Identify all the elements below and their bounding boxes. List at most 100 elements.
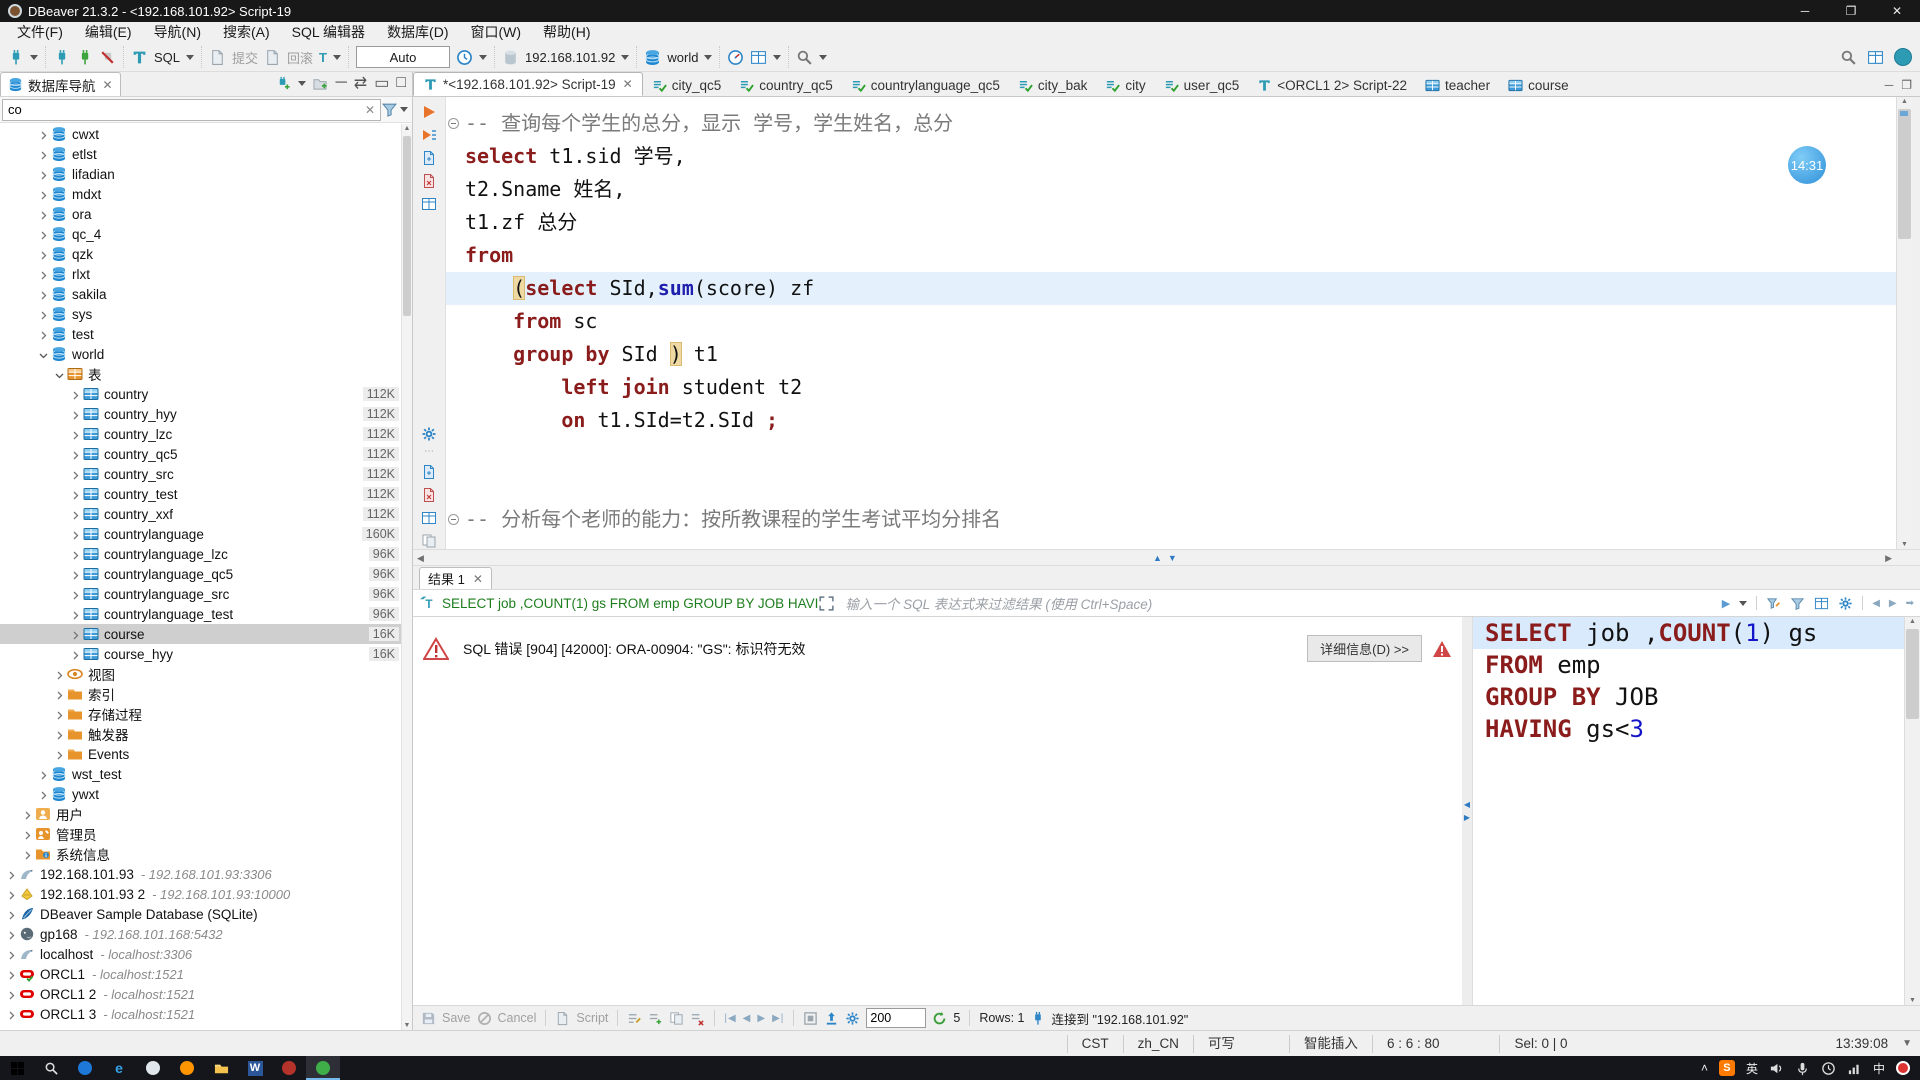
tree-item[interactable]: country_hyy112K — [0, 404, 401, 424]
chevron-right-icon[interactable] — [38, 189, 49, 200]
tree-item[interactable]: qc_4 — [0, 224, 401, 244]
sash-right-icon[interactable]: ▶ — [1464, 813, 1470, 822]
chevron-right-icon[interactable] — [54, 689, 65, 700]
first-row-icon[interactable]: |◀ — [724, 1013, 736, 1024]
taskbar-word-icon[interactable]: W — [238, 1056, 272, 1080]
panel-sash[interactable]: ◀▶ — [1462, 617, 1472, 1005]
save-label[interactable]: Save — [442, 1011, 471, 1025]
sash-up-icon[interactable]: ▲ — [1153, 553, 1162, 563]
editor-horizontal-scrollbar[interactable]: ◀ ▶ ▲▼ — [413, 549, 1920, 566]
misc-dropdown-icon[interactable] — [773, 55, 781, 60]
perspective-icon[interactable] — [1867, 49, 1884, 66]
results-tab-close-icon[interactable]: ✕ — [473, 572, 483, 586]
chevron-right-icon[interactable] — [22, 809, 33, 820]
sash-left-icon[interactable]: ◀ — [1464, 800, 1470, 809]
chevron-right-icon[interactable] — [70, 509, 81, 520]
tree-item[interactable]: test — [0, 324, 401, 344]
taskbar-file-explorer-icon[interactable] — [204, 1056, 238, 1080]
editor-minimize-icon[interactable]: ─ — [1885, 78, 1894, 92]
search-dropdown-icon[interactable] — [819, 55, 827, 60]
navigator-filter-input[interactable] — [2, 99, 381, 121]
filter-clear-icon[interactable]: ✕ — [365, 103, 375, 117]
ime-lang-cn[interactable]: 中 — [1873, 1060, 1885, 1077]
rollback-label[interactable]: 回滚 — [287, 48, 313, 67]
tree-item[interactable]: country_src112K — [0, 464, 401, 484]
tree-item[interactable]: qzk — [0, 244, 401, 264]
disconnect-icon[interactable] — [53, 49, 70, 66]
tx-history-dropdown-icon[interactable] — [479, 55, 487, 60]
chevron-right-icon[interactable] — [38, 769, 49, 780]
tree-item[interactable]: ORCL1 2- localhost:1521 — [0, 984, 401, 1004]
chevron-right-icon[interactable] — [54, 669, 65, 680]
view-maximize-icon[interactable]: □ — [396, 74, 406, 92]
preview-scrollbar[interactable]: ▲ ▼ — [1904, 617, 1920, 1005]
tree-item[interactable]: 触发器 — [0, 724, 401, 744]
filter-funnel-icon[interactable] — [381, 101, 398, 118]
tree-item[interactable]: 用户 — [0, 804, 401, 824]
fold-collapse-icon[interactable] — [448, 514, 459, 525]
tree-item[interactable]: country112K — [0, 384, 401, 404]
chevron-right-icon[interactable] — [54, 749, 65, 760]
view-minimize-icon[interactable]: ▭ — [374, 73, 389, 93]
chevron-right-icon[interactable] — [38, 249, 49, 260]
tree-item[interactable]: rlxt — [0, 264, 401, 284]
tree-item[interactable]: country_qc5112K — [0, 444, 401, 464]
maximize-button[interactable]: ❐ — [1828, 0, 1874, 22]
chevron-right-icon[interactable] — [70, 609, 81, 620]
taskbar-app-light-icon[interactable] — [136, 1056, 170, 1080]
tree-item[interactable]: 视图 — [0, 664, 401, 684]
execute-sql-icon[interactable] — [421, 104, 437, 120]
editor-tab[interactable]: city_bak — [1009, 74, 1097, 96]
chevron-right-icon[interactable] — [6, 969, 17, 980]
fetch-page-icon[interactable] — [803, 1011, 818, 1026]
chevron-right-icon[interactable] — [6, 989, 17, 1000]
tree-item[interactable]: sakila — [0, 284, 401, 304]
sash-down-icon[interactable]: ▼ — [1168, 553, 1177, 563]
tray-red-badge-icon[interactable] — [1896, 1061, 1910, 1075]
results-filter-sql[interactable]: SELECT job ,COUNT(1) gs FROM emp GROUP B… — [442, 596, 818, 611]
tree-item[interactable]: 管理员 — [0, 824, 401, 844]
chevron-right-icon[interactable] — [70, 449, 81, 460]
add-row-icon[interactable] — [648, 1011, 663, 1026]
autocommit-combo[interactable]: Auto — [356, 46, 450, 68]
nav-forward-icon[interactable]: ▶ — [1889, 598, 1897, 609]
editor-tab[interactable]: city — [1096, 74, 1154, 96]
new-folder-icon[interactable] — [313, 76, 328, 91]
tray-expand-icon[interactable]: ˄ — [1701, 1061, 1708, 1075]
tab-results-1[interactable]: 结果 1 ✕ — [419, 567, 492, 589]
tree-item[interactable]: ywxt — [0, 784, 401, 804]
taskbar-app-blue-icon[interactable] — [68, 1056, 102, 1080]
sql-dropdown-icon[interactable] — [186, 55, 194, 60]
tab-close-icon[interactable]: ✕ — [623, 77, 633, 91]
chevron-right-icon[interactable] — [54, 709, 65, 720]
floating-time-badge[interactable]: 14:31 — [1788, 146, 1826, 184]
last-row-icon[interactable]: ▶| — [772, 1013, 784, 1024]
sogou-ime-icon[interactable]: S — [1719, 1060, 1735, 1076]
connection-selector-dropdown-icon[interactable] — [621, 55, 629, 60]
taskbar-app-red-icon[interactable] — [272, 1056, 306, 1080]
grid-tool-icon[interactable] — [750, 49, 767, 66]
chevron-right-icon[interactable] — [22, 829, 33, 840]
ime-language-indicator[interactable]: 英 — [1746, 1060, 1758, 1077]
link-editor-icon[interactable]: ⇄ — [354, 73, 367, 93]
taskbar-dbeaver-icon[interactable] — [306, 1056, 340, 1080]
chevron-right-icon[interactable] — [38, 169, 49, 180]
sash-buttons[interactable]: ▲▼ — [1153, 553, 1177, 563]
editor-tab[interactable]: teacher — [1416, 74, 1499, 96]
export-icon[interactable] — [824, 1011, 839, 1026]
tree-item[interactable]: 192.168.101.93 2- 192.168.101.93:10000 — [0, 884, 401, 904]
database-selector[interactable]: world — [667, 50, 698, 65]
nav-back-icon[interactable]: ◀ — [1872, 598, 1880, 609]
chevron-right-icon[interactable] — [70, 629, 81, 640]
tree-item[interactable]: ora — [0, 204, 401, 224]
abort-icon[interactable] — [99, 49, 116, 66]
editor-maximize-icon[interactable]: ❐ — [1901, 78, 1912, 92]
chevron-right-icon[interactable] — [22, 849, 33, 860]
chevron-right-icon[interactable] — [54, 729, 65, 740]
tray-network-icon[interactable] — [1847, 1061, 1862, 1076]
prev-row-icon[interactable]: ◀ — [743, 1013, 752, 1024]
editor-settings-gear-icon[interactable] — [421, 426, 437, 442]
taskbar-start-icon[interactable]: g fill="#fff"> — [0, 1056, 34, 1080]
tree-item[interactable]: wst_test — [0, 764, 401, 784]
editor-vertical-scrollbar[interactable]: ▲ ▼ — [1896, 97, 1912, 549]
